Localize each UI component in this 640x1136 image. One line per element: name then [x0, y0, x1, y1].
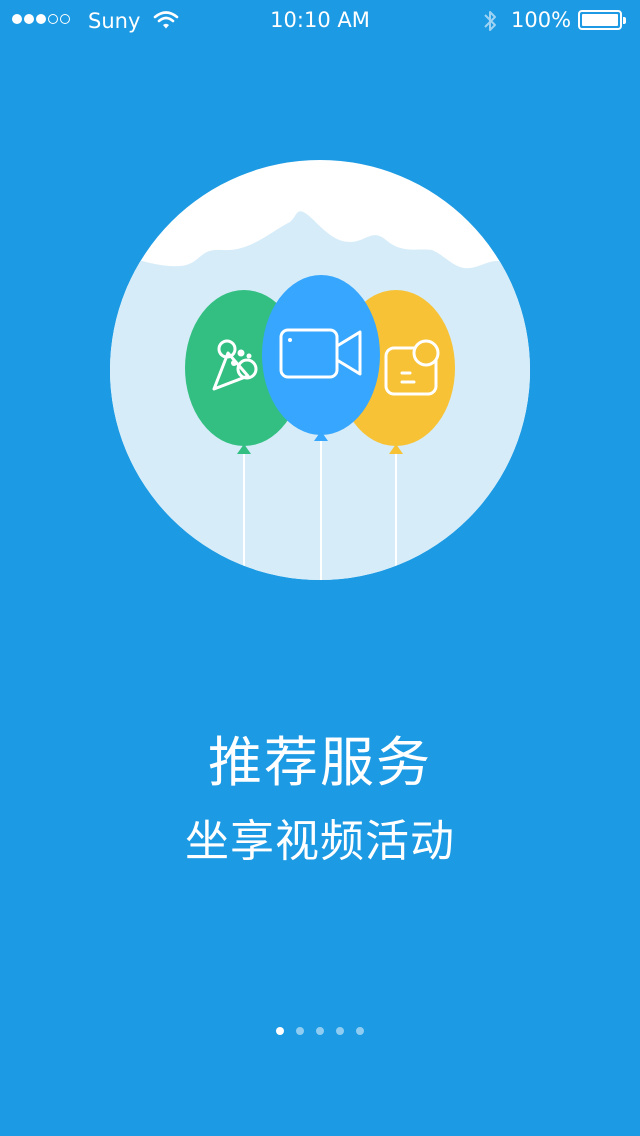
page-dot-2[interactable]	[296, 1027, 304, 1035]
onboarding-illustration	[110, 160, 530, 580]
page-dot-3[interactable]	[316, 1027, 324, 1035]
bluetooth-icon	[482, 8, 498, 38]
battery-icon	[578, 10, 626, 30]
page-dot-1[interactable]	[276, 1027, 284, 1035]
page-indicator[interactable]	[0, 1027, 640, 1035]
status-bar: Suny 10:10 AM 100%	[0, 0, 640, 40]
page-dot-5[interactable]	[356, 1027, 364, 1035]
battery-percentage: 100%	[511, 8, 572, 32]
onboarding-subtitle: 坐享视频活动	[185, 816, 455, 867]
page-dot-4[interactable]	[336, 1027, 344, 1035]
onboarding-title: 推荐服务	[208, 731, 432, 794]
